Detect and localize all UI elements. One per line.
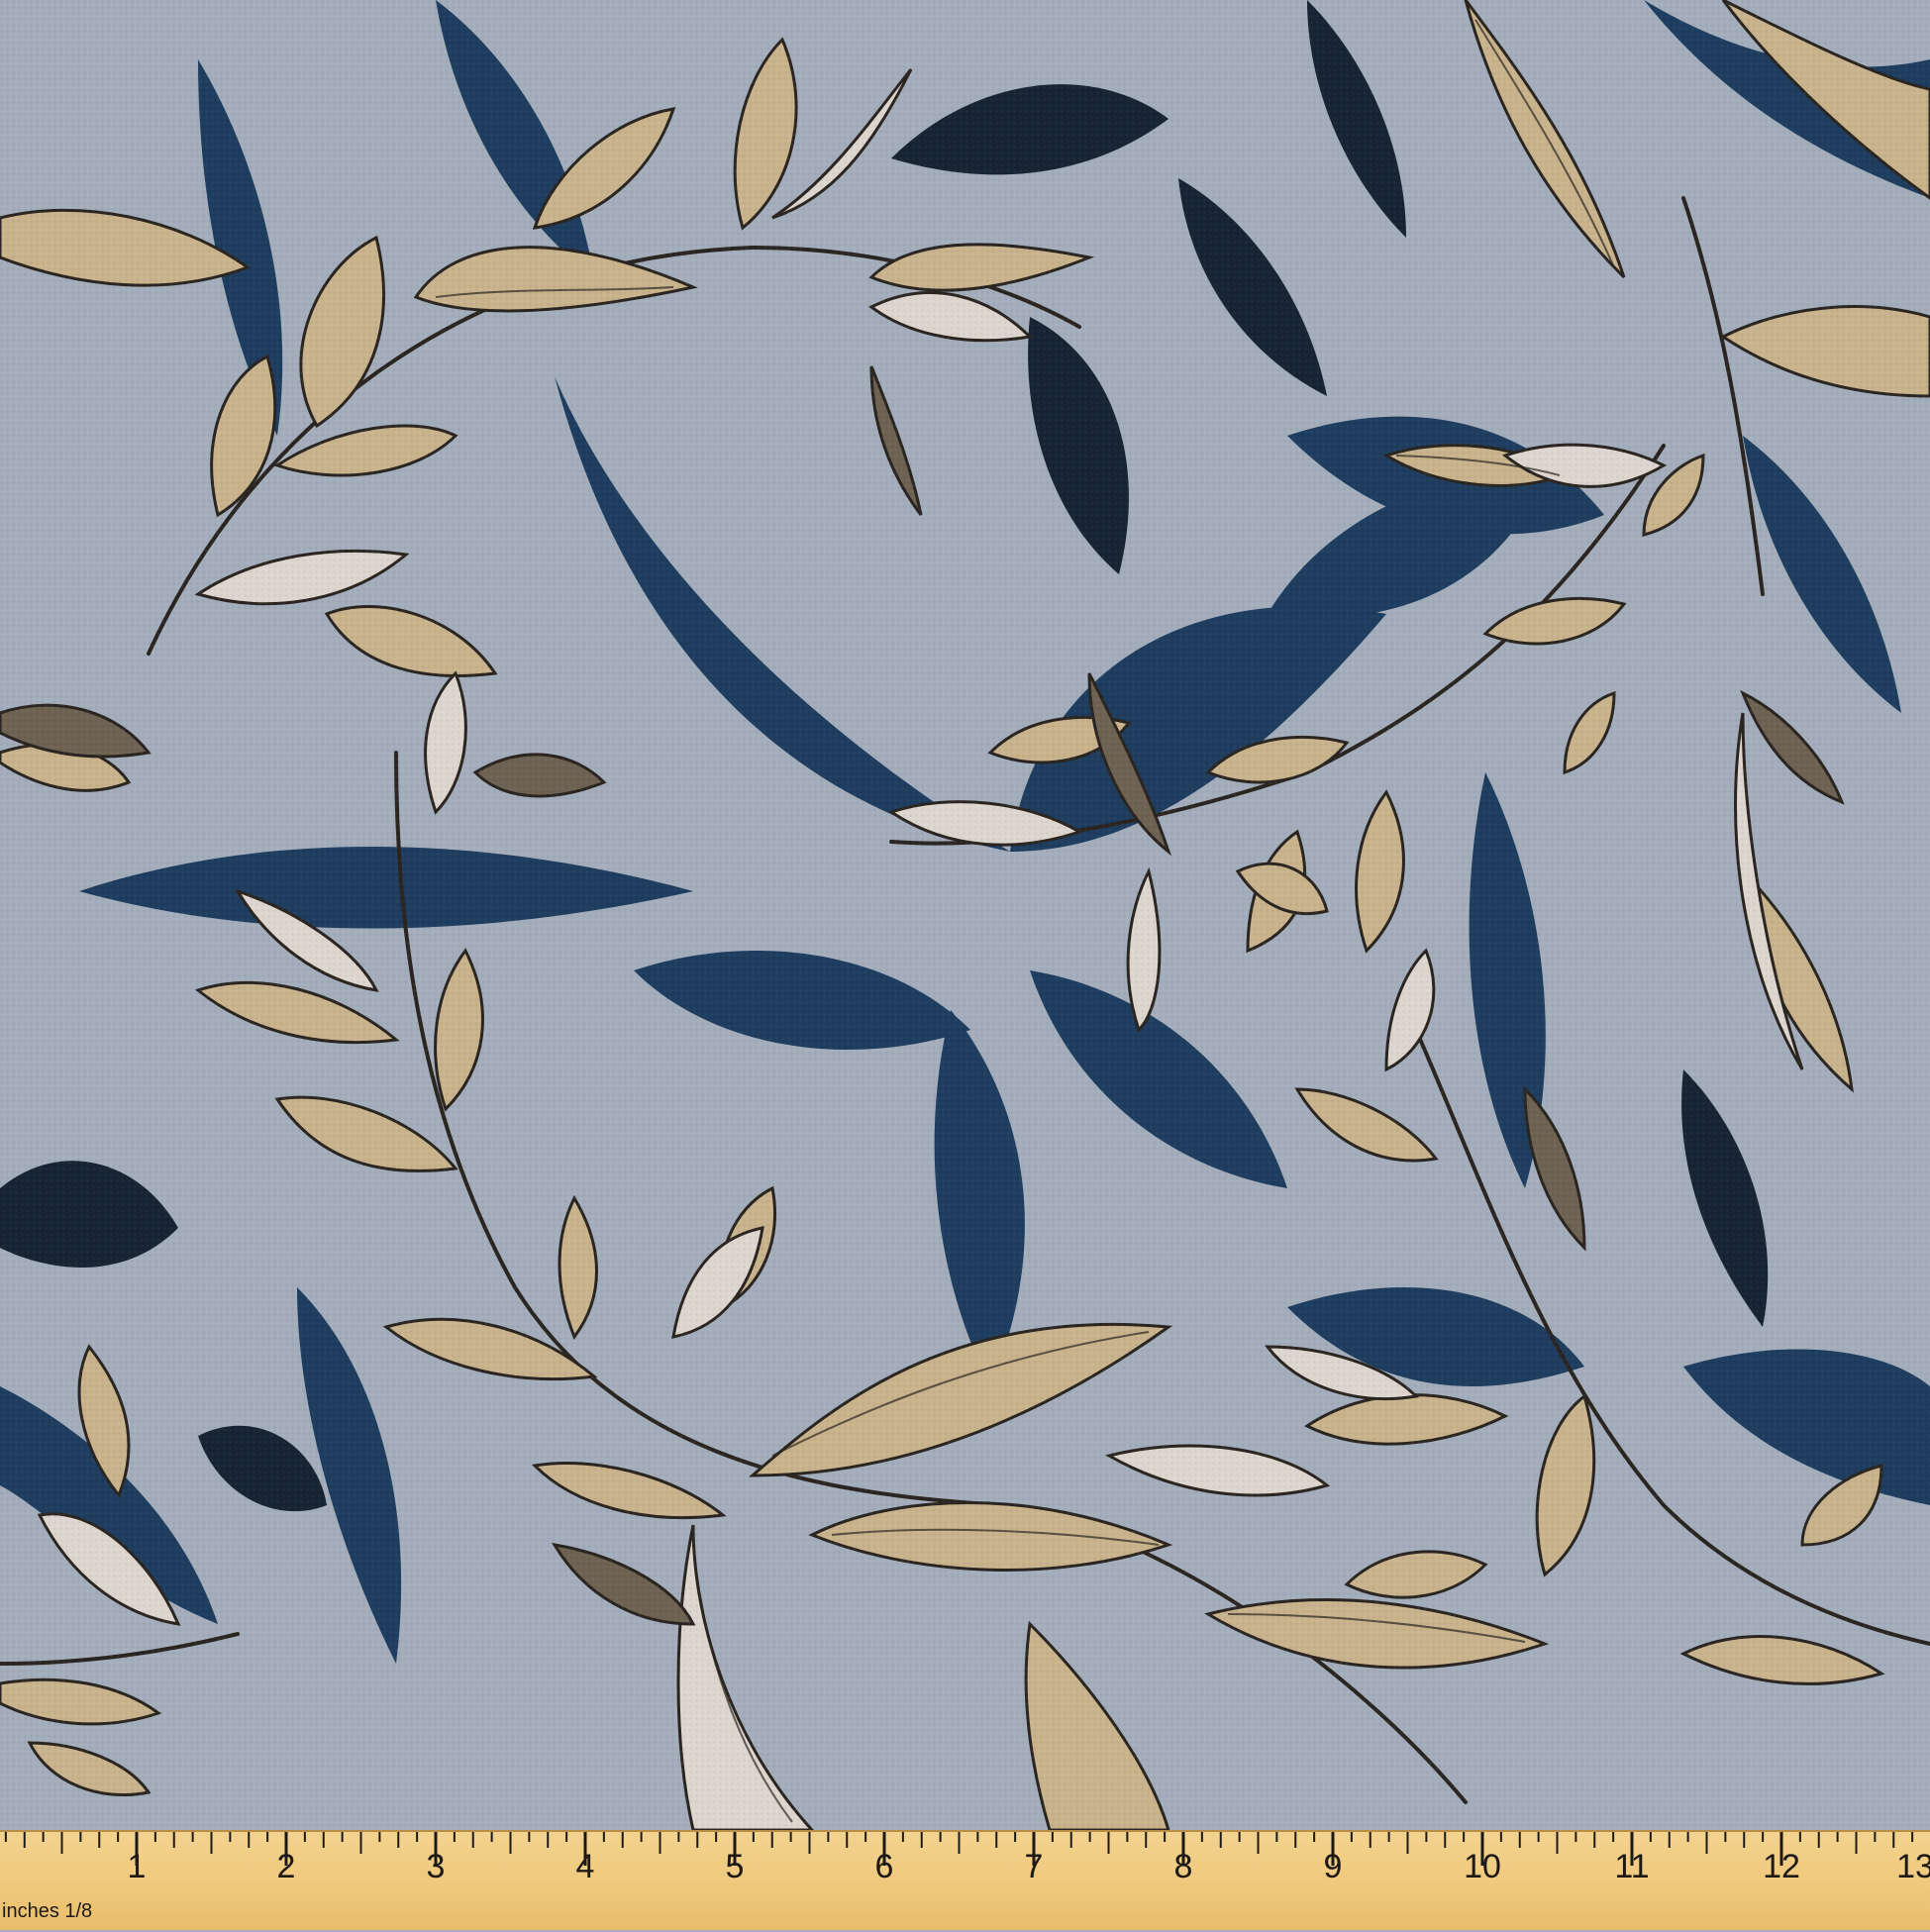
ruler-number: 12 [1763, 1848, 1800, 1885]
ruler-number: 5 [725, 1848, 745, 1885]
ruler-number: 4 [575, 1848, 595, 1885]
ruler-number: 2 [276, 1848, 296, 1885]
measuring-ruler: inches 1/8 1 2 3 4 5 6 7 8 9 10 11 12 13 [0, 1830, 1930, 1930]
ruler-number: 6 [874, 1848, 894, 1885]
ruler-number: 3 [426, 1848, 446, 1885]
ruler-number: 11 [1614, 1848, 1650, 1885]
fabric-swatch [0, 0, 1930, 1930]
leaf-pattern [0, 0, 1930, 1930]
ruler-number: 10 [1464, 1848, 1501, 1885]
ruler-number: 8 [1173, 1848, 1193, 1885]
ruler-unit-label: inches 1/8 [2, 1900, 93, 1922]
ruler-number: 13 [1896, 1848, 1930, 1885]
ruler-number: 7 [1024, 1848, 1044, 1885]
fabric-texture [0, 0, 1930, 1930]
ruler-number: 9 [1323, 1848, 1343, 1885]
ruler-number: 1 [127, 1848, 147, 1885]
